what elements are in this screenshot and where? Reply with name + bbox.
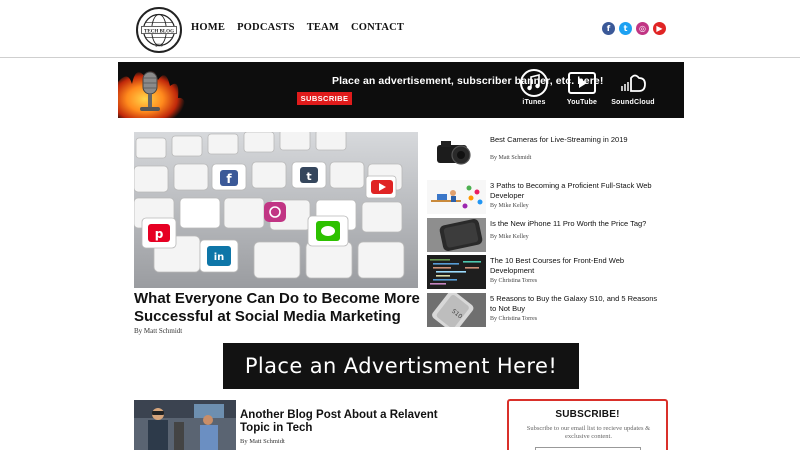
svg-text:p: p	[155, 227, 164, 241]
featured-post-title[interactable]: What Everyone Can Do to Become More Succ…	[134, 290, 424, 326]
ad-banner[interactable]: Place an Advertisment Here!	[223, 343, 579, 389]
svg-text:t: t	[306, 170, 311, 183]
side-post-title[interactable]: Best Cameras for Live-Streaming in 2019	[490, 135, 665, 145]
subscribe-title: SUBSCRIBE!	[555, 409, 620, 420]
side-post-title[interactable]: Is the New iPhone 11 Pro Worth the Price…	[490, 219, 665, 229]
instagram-icon[interactable]: ◎	[636, 22, 649, 35]
nav-team[interactable]: TEAM	[307, 22, 339, 33]
camera-thumbnail	[427, 134, 486, 168]
keyboard-social-image: f t p in	[134, 132, 418, 288]
subscribe-description: Subscribe to our email list to recieve u…	[526, 425, 651, 440]
side-post[interactable]: Best Cameras for Live-Streaming in 2019 …	[427, 134, 667, 168]
svg-text:in: in	[214, 252, 225, 263]
music-note-icon	[520, 69, 548, 97]
featured-image[interactable]: f t p in	[134, 132, 418, 288]
side-post-thumbnail[interactable]	[427, 180, 486, 214]
side-post-author: By Mike Kelley	[490, 234, 529, 240]
nav-podcasts[interactable]: PODCASTS	[237, 22, 295, 33]
side-post[interactable]: 3 Paths to Becoming a Proficient Full-St…	[427, 180, 667, 214]
nav-home[interactable]: HOME	[191, 22, 225, 33]
nav-contact[interactable]: CONTACT	[351, 22, 404, 33]
facebook-icon[interactable]: f	[602, 22, 615, 35]
top-banner: Place an advertisement, subscriber banne…	[118, 62, 684, 118]
side-post-title[interactable]: 5 Reasons to Buy the Galaxy S10, and 5 R…	[490, 294, 665, 314]
site-logo[interactable]: TECH BLOG 2019	[136, 7, 182, 53]
side-post[interactable]: Is the New iPhone 11 Pro Worth the Price…	[427, 218, 667, 252]
side-post[interactable]: The 10 Best Courses for Front-End Web De…	[427, 255, 667, 289]
side-post-thumbnail[interactable]	[427, 134, 486, 168]
platform-label: YouTube	[566, 99, 598, 106]
galaxy-thumbnail: S10	[427, 293, 486, 327]
subscribe-box: SUBSCRIBE! Subscribe to our email list t…	[507, 399, 668, 450]
bottom-post-thumbnail[interactable]	[134, 400, 236, 450]
platform-youtube[interactable]: YouTube	[560, 68, 604, 106]
side-post-author: By Christina Torres	[490, 316, 538, 322]
svg-text:TECH BLOG: TECH BLOG	[144, 29, 174, 34]
bottom-post-author: By Matt Schmidt	[240, 438, 285, 445]
globe-logo-icon: TECH BLOG 2019	[141, 13, 177, 47]
side-post-thumbnail[interactable]	[427, 218, 486, 252]
social-links: f t ◎ ▶	[602, 22, 666, 35]
side-post-author: By Mike Kelley	[490, 203, 529, 209]
iphone-thumbnail	[427, 218, 486, 252]
vr-conference-image	[134, 400, 236, 450]
site-header: TECH BLOG 2019 HOME PODCASTS TEAM CONTAC…	[0, 0, 800, 58]
code-thumbnail	[427, 255, 486, 289]
svg-text:2019: 2019	[155, 43, 162, 47]
flaming-microphone-icon	[118, 70, 186, 118]
twitter-icon[interactable]: t	[619, 22, 632, 35]
bottom-post-title[interactable]: Another Blog Post About a Relavent Topic…	[240, 409, 470, 435]
side-post-thumbnail[interactable]: S10	[427, 293, 486, 327]
side-post-author: By Matt Schmidt	[490, 155, 532, 161]
soundcloud-icon	[621, 74, 646, 92]
platform-label: iTunes	[522, 99, 546, 106]
youtube-icon[interactable]: ▶	[653, 22, 666, 35]
main-nav: HOME PODCASTS TEAM CONTACT	[191, 22, 404, 33]
side-post-title[interactable]: The 10 Best Courses for Front-End Web De…	[490, 256, 665, 276]
svg-text:f: f	[226, 172, 232, 186]
developer-thumbnail	[427, 180, 486, 214]
featured-post-author: By Matt Schmidt	[134, 327, 183, 335]
platform-label: SoundCloud	[611, 99, 655, 106]
side-post-title[interactable]: 3 Paths to Becoming a Proficient Full-St…	[490, 181, 665, 201]
platform-soundcloud[interactable]: SoundCloud	[611, 68, 655, 106]
platform-itunes[interactable]: iTunes	[512, 68, 556, 106]
ad-text: Place an Advertisment Here!	[244, 354, 558, 378]
banner-subscribe-button[interactable]: SUBSCRIBE	[297, 92, 352, 105]
side-post-thumbnail[interactable]	[427, 255, 486, 289]
side-post[interactable]: S10 5 Reasons to Buy the Galaxy S10, and…	[427, 293, 667, 327]
side-post-author: By Christina Torres	[490, 278, 538, 284]
play-icon	[568, 72, 596, 94]
